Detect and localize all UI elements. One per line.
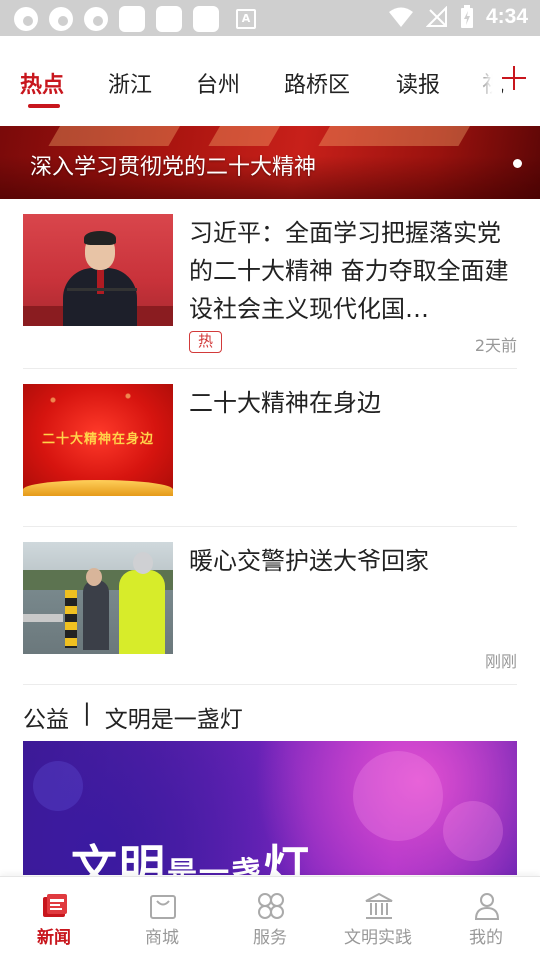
bottom-navigation: 新闻 商城 服务 文明实践 我的 [0, 876, 540, 960]
app-notification-icon [156, 6, 182, 32]
civic-building-icon [365, 892, 393, 919]
news-icon [43, 894, 67, 917]
tab-hot[interactable]: 热点 [20, 67, 64, 99]
font-a-icon: A [236, 9, 256, 29]
news-title: 习近平：全面学习把握落实党的二十大精神 奋力夺取全面建设社会主义现代化国… [189, 219, 509, 323]
section-title: 文明是一盏灯 [104, 707, 243, 733]
chrome-notification-icon [14, 7, 38, 31]
banner-title: 深入学习贯彻党的二十大精神 [30, 155, 317, 180]
nav-mall[interactable]: 商城 [108, 877, 216, 960]
section-separator: | [83, 700, 91, 726]
shopping-bag-icon [150, 895, 176, 919]
nav-label: 商城 [145, 928, 179, 948]
promo-image[interactable]: 文明是一盏灯 [23, 741, 517, 875]
nav-label: 我的 [469, 928, 503, 948]
active-tab-indicator [28, 104, 60, 108]
status-bar: A 4:34 [0, 0, 540, 36]
thumbnail-caption: 二十大精神在身边 [41, 432, 154, 447]
hot-badge: 热 [189, 331, 222, 353]
news-title: 二十大精神在身边 [189, 389, 381, 417]
nav-news[interactable]: 新闻 [0, 877, 108, 960]
app-notification-icon [119, 6, 145, 32]
carousel-indicator [513, 159, 522, 168]
add-channel-plus-icon[interactable] [500, 64, 528, 92]
tab-taizhou[interactable]: 台州 [196, 67, 240, 99]
chrome-notification-icon [49, 7, 73, 31]
services-icon [258, 893, 284, 919]
no-signal-icon [425, 6, 447, 27]
divider [23, 368, 517, 369]
news-item[interactable]: 暖心交警护送大爷回家 刚刚 [23, 542, 517, 671]
wifi-icon [388, 7, 413, 27]
tab-luqiao[interactable]: 路桥区 [284, 67, 350, 99]
tab-zhejiang[interactable]: 浙江 [108, 67, 152, 99]
news-thumbnail: 二十大精神在身边 [23, 384, 173, 496]
section-heading: 公益 | 文明是一盏灯 [23, 700, 243, 734]
app-notification-icon [193, 6, 219, 32]
nav-label: 文明实践 [344, 928, 412, 948]
tab-newspaper[interactable]: 读报 [396, 67, 440, 99]
divider [23, 526, 517, 527]
news-time: 刚刚 [484, 652, 517, 671]
nav-label: 服务 [253, 928, 287, 948]
news-item[interactable]: 二十大精神在身边 二十大精神在身边 [23, 384, 517, 510]
news-time: 2天前 [474, 336, 517, 355]
battery-charging-icon [460, 5, 473, 28]
news-thumbnail [23, 214, 173, 326]
nav-civic-practice[interactable]: 文明实践 [324, 877, 432, 960]
news-thumbnail [23, 542, 173, 654]
news-title: 暖心交警护送大爷回家 [189, 547, 429, 575]
nav-services[interactable]: 服务 [216, 877, 324, 960]
chrome-notification-icon [84, 7, 108, 31]
banner[interactable]: 深入学习贯彻党的二十大精神 [0, 126, 540, 199]
nav-profile[interactable]: 我的 [432, 877, 540, 960]
channel-tabs: 热点 浙江 台州 路桥区 读报 视 [0, 36, 540, 124]
news-item[interactable]: 习近平：全面学习把握落实党的二十大精神 奋力夺取全面建设社会主义现代化国… 热 … [23, 214, 517, 355]
section-category: 公益 [23, 707, 69, 733]
user-icon [474, 893, 500, 920]
nav-label: 新闻 [37, 928, 71, 948]
divider [23, 684, 517, 685]
promo-slogan: 文明是一盏灯 [71, 840, 311, 875]
status-time: 4:34 [485, 5, 528, 28]
